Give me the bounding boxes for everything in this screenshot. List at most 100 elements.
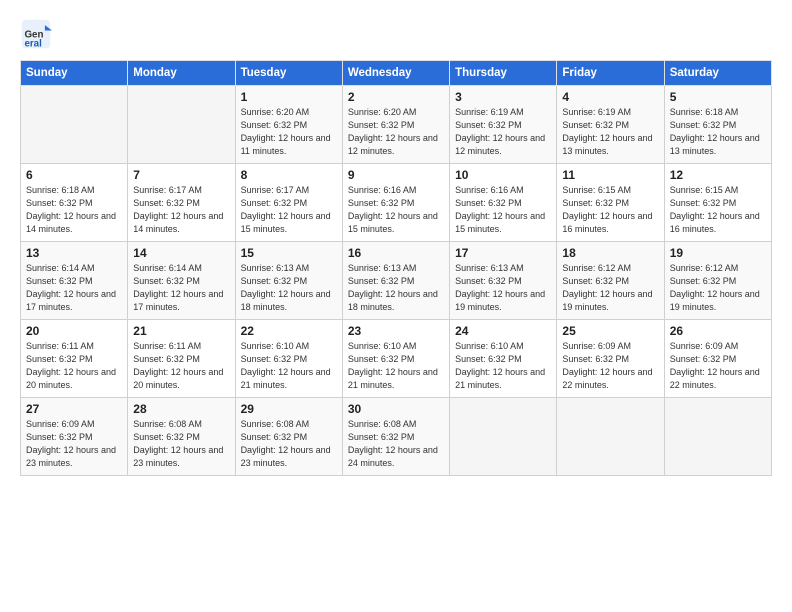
calendar-cell: 17 Sunrise: 6:13 AM Sunset: 6:32 PM Dayli… — [450, 242, 557, 320]
day-info: Sunrise: 6:09 AM Sunset: 6:32 PM Dayligh… — [562, 340, 658, 392]
logo: Gen eral — [20, 18, 54, 50]
calendar-cell: 13 Sunrise: 6:14 AM Sunset: 6:32 PM Dayli… — [21, 242, 128, 320]
day-number: 29 — [241, 402, 337, 416]
weekday-header-tuesday: Tuesday — [235, 61, 342, 86]
day-info: Sunrise: 6:13 AM Sunset: 6:32 PM Dayligh… — [455, 262, 551, 314]
day-number: 4 — [562, 90, 658, 104]
calendar-cell: 15 Sunrise: 6:13 AM Sunset: 6:32 PM Dayli… — [235, 242, 342, 320]
calendar-cell: 18 Sunrise: 6:12 AM Sunset: 6:32 PM Dayli… — [557, 242, 664, 320]
day-info: Sunrise: 6:10 AM Sunset: 6:32 PM Dayligh… — [241, 340, 337, 392]
calendar-cell: 5 Sunrise: 6:18 AM Sunset: 6:32 PM Daylig… — [664, 86, 771, 164]
day-info: Sunrise: 6:11 AM Sunset: 6:32 PM Dayligh… — [26, 340, 122, 392]
week-row-4: 20 Sunrise: 6:11 AM Sunset: 6:32 PM Dayli… — [21, 320, 772, 398]
weekday-header-wednesday: Wednesday — [342, 61, 449, 86]
calendar-cell: 4 Sunrise: 6:19 AM Sunset: 6:32 PM Daylig… — [557, 86, 664, 164]
day-info: Sunrise: 6:20 AM Sunset: 6:32 PM Dayligh… — [348, 106, 444, 158]
day-number: 3 — [455, 90, 551, 104]
calendar-cell: 29 Sunrise: 6:08 AM Sunset: 6:32 PM Dayli… — [235, 398, 342, 476]
day-number: 30 — [348, 402, 444, 416]
calendar-cell: 19 Sunrise: 6:12 AM Sunset: 6:32 PM Dayli… — [664, 242, 771, 320]
day-number: 2 — [348, 90, 444, 104]
day-number: 16 — [348, 246, 444, 260]
calendar-cell: 28Sunrise: 6:08 AM Sunset: 6:32 PM Dayli… — [128, 398, 235, 476]
day-info: Sunrise: 6:17 AM Sunset: 6:32 PM Dayligh… — [241, 184, 337, 236]
header: Gen eral — [20, 18, 772, 50]
weekday-header-thursday: Thursday — [450, 61, 557, 86]
day-number: 1 — [241, 90, 337, 104]
day-info: Sunrise: 6:13 AM Sunset: 6:32 PM Dayligh… — [241, 262, 337, 314]
calendar-cell: 27Sunrise: 6:09 AM Sunset: 6:32 PM Dayli… — [21, 398, 128, 476]
day-number: 13 — [26, 246, 122, 260]
day-info: Sunrise: 6:15 AM Sunset: 6:32 PM Dayligh… — [562, 184, 658, 236]
day-number: 24 — [455, 324, 551, 338]
day-number: 8 — [241, 168, 337, 182]
day-info: Sunrise: 6:14 AM Sunset: 6:32 PM Dayligh… — [133, 262, 229, 314]
calendar-cell: 11 Sunrise: 6:15 AM Sunset: 6:32 PM Dayli… — [557, 164, 664, 242]
day-number: 17 — [455, 246, 551, 260]
day-number: 11 — [562, 168, 658, 182]
calendar-cell: 22Sunrise: 6:10 AM Sunset: 6:32 PM Dayli… — [235, 320, 342, 398]
day-info: Sunrise: 6:12 AM Sunset: 6:32 PM Dayligh… — [562, 262, 658, 314]
weekday-header-friday: Friday — [557, 61, 664, 86]
week-row-2: 6Sunrise: 6:18 AM Sunset: 6:32 PM Daylig… — [21, 164, 772, 242]
calendar-cell: 12 Sunrise: 6:15 AM Sunset: 6:32 PM Dayli… — [664, 164, 771, 242]
day-number: 25 — [562, 324, 658, 338]
page: Gen eral SundayMondayTuesdayWednesdayThu… — [0, 0, 792, 612]
day-number: 9 — [348, 168, 444, 182]
day-info: Sunrise: 6:14 AM Sunset: 6:32 PM Dayligh… — [26, 262, 122, 314]
calendar-cell: 8 Sunrise: 6:17 AM Sunset: 6:32 PM Daylig… — [235, 164, 342, 242]
logo-icon: Gen eral — [20, 18, 52, 50]
weekday-header-sunday: Sunday — [21, 61, 128, 86]
day-info: Sunrise: 6:13 AM Sunset: 6:32 PM Dayligh… — [348, 262, 444, 314]
week-row-3: 13 Sunrise: 6:14 AM Sunset: 6:32 PM Dayli… — [21, 242, 772, 320]
day-info: Sunrise: 6:17 AM Sunset: 6:32 PM Dayligh… — [133, 184, 229, 236]
day-info: Sunrise: 6:18 AM Sunset: 6:32 PM Dayligh… — [26, 184, 122, 236]
day-info: Sunrise: 6:18 AM Sunset: 6:32 PM Dayligh… — [670, 106, 766, 158]
day-info: Sunrise: 6:10 AM Sunset: 6:32 PM Dayligh… — [455, 340, 551, 392]
day-number: 19 — [670, 246, 766, 260]
calendar-cell: 23Sunrise: 6:10 AM Sunset: 6:32 PM Dayli… — [342, 320, 449, 398]
calendar-cell: 25 Sunrise: 6:09 AM Sunset: 6:32 PM Dayli… — [557, 320, 664, 398]
day-info: Sunrise: 6:12 AM Sunset: 6:32 PM Dayligh… — [670, 262, 766, 314]
calendar-cell — [128, 86, 235, 164]
week-row-1: 1 Sunrise: 6:20 AM Sunset: 6:32 PM Daylig… — [21, 86, 772, 164]
calendar-cell: 30 Sunrise: 6:08 AM Sunset: 6:32 PM Dayli… — [342, 398, 449, 476]
calendar-cell: 6Sunrise: 6:18 AM Sunset: 6:32 PM Daylig… — [21, 164, 128, 242]
day-info: Sunrise: 6:08 AM Sunset: 6:32 PM Dayligh… — [241, 418, 337, 470]
weekday-header-row: SundayMondayTuesdayWednesdayThursdayFrid… — [21, 61, 772, 86]
calendar-cell: 16 Sunrise: 6:13 AM Sunset: 6:32 PM Dayli… — [342, 242, 449, 320]
day-number: 23 — [348, 324, 444, 338]
svg-text:eral: eral — [24, 38, 42, 49]
day-info: Sunrise: 6:11 AM Sunset: 6:32 PM Dayligh… — [133, 340, 229, 392]
day-number: 20 — [26, 324, 122, 338]
calendar-cell — [664, 398, 771, 476]
calendar-cell: 26Sunrise: 6:09 AM Sunset: 6:32 PM Dayli… — [664, 320, 771, 398]
calendar-cell: 21 Sunrise: 6:11 AM Sunset: 6:32 PM Dayli… — [128, 320, 235, 398]
day-number: 26 — [670, 324, 766, 338]
day-number: 14 — [133, 246, 229, 260]
day-info: Sunrise: 6:08 AM Sunset: 6:32 PM Dayligh… — [348, 418, 444, 470]
weekday-header-monday: Monday — [128, 61, 235, 86]
calendar-cell: 24 Sunrise: 6:10 AM Sunset: 6:32 PM Dayli… — [450, 320, 557, 398]
day-number: 7 — [133, 168, 229, 182]
day-info: Sunrise: 6:19 AM Sunset: 6:32 PM Dayligh… — [562, 106, 658, 158]
calendar-cell: 7 Sunrise: 6:17 AM Sunset: 6:32 PM Daylig… — [128, 164, 235, 242]
weekday-header-saturday: Saturday — [664, 61, 771, 86]
day-info: Sunrise: 6:09 AM Sunset: 6:32 PM Dayligh… — [26, 418, 122, 470]
day-number: 21 — [133, 324, 229, 338]
day-number: 15 — [241, 246, 337, 260]
day-info: Sunrise: 6:15 AM Sunset: 6:32 PM Dayligh… — [670, 184, 766, 236]
calendar-cell: 14 Sunrise: 6:14 AM Sunset: 6:32 PM Dayli… — [128, 242, 235, 320]
day-number: 28 — [133, 402, 229, 416]
calendar-cell — [450, 398, 557, 476]
calendar-cell: 3Sunrise: 6:19 AM Sunset: 6:32 PM Daylig… — [450, 86, 557, 164]
day-number: 12 — [670, 168, 766, 182]
week-row-5: 27Sunrise: 6:09 AM Sunset: 6:32 PM Dayli… — [21, 398, 772, 476]
day-number: 18 — [562, 246, 658, 260]
calendar-cell: 20 Sunrise: 6:11 AM Sunset: 6:32 PM Dayli… — [21, 320, 128, 398]
day-info: Sunrise: 6:16 AM Sunset: 6:32 PM Dayligh… — [348, 184, 444, 236]
calendar-cell: 1Sunrise: 6:20 AM Sunset: 6:32 PM Daylig… — [235, 86, 342, 164]
calendar-cell: 10Sunrise: 6:16 AM Sunset: 6:32 PM Dayli… — [450, 164, 557, 242]
day-number: 5 — [670, 90, 766, 104]
calendar-table: SundayMondayTuesdayWednesdayThursdayFrid… — [20, 60, 772, 476]
